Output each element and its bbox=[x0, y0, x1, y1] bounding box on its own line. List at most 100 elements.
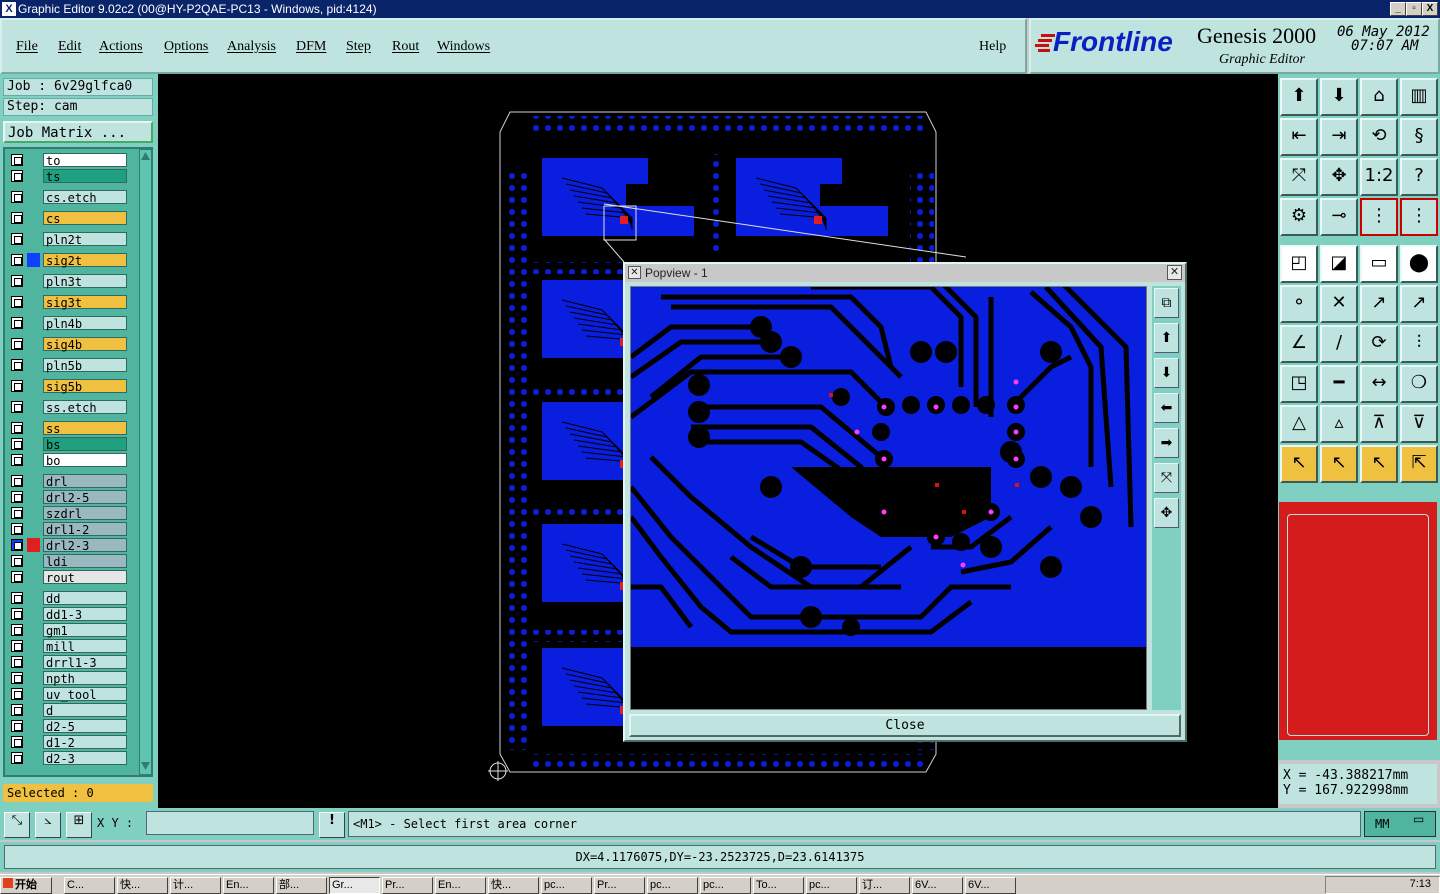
layer-scrollbar[interactable] bbox=[139, 149, 152, 775]
popview-close-button[interactable]: Close bbox=[629, 714, 1181, 737]
line-tool-icon[interactable]: ━ bbox=[1320, 365, 1358, 403]
minimize-button[interactable]: _ bbox=[1390, 2, 1406, 16]
scale-icon[interactable]: 1:2 bbox=[1360, 158, 1398, 196]
taskbar-button[interactable]: Pr... bbox=[382, 877, 433, 894]
layer-row-sig4b[interactable]: sig4b bbox=[9, 337, 129, 352]
resize-icon[interactable]: ◳ bbox=[1280, 365, 1318, 403]
layer-name[interactable]: mill bbox=[43, 639, 127, 654]
popview-zoom-out-icon[interactable]: ⤧ bbox=[1154, 463, 1179, 493]
layer-name[interactable]: dd1-3 bbox=[43, 607, 127, 622]
layer-checkbox[interactable] bbox=[11, 688, 23, 700]
layer-checkbox[interactable] bbox=[11, 338, 23, 350]
line-icon[interactable]: / bbox=[1320, 325, 1358, 363]
settings-icon[interactable]: ⚙ bbox=[1280, 198, 1318, 236]
layer-row-drl[interactable]: drl bbox=[9, 474, 129, 489]
layer-name[interactable]: d1-2 bbox=[43, 735, 127, 750]
popview-zoom-icon[interactable]: ⧉ bbox=[1154, 288, 1179, 318]
layer-row-dd[interactable]: dd bbox=[9, 591, 129, 606]
layer-checkbox[interactable] bbox=[11, 624, 23, 636]
layer-name[interactable]: szdrl bbox=[43, 506, 127, 521]
taskbar-button[interactable]: To... bbox=[753, 877, 804, 894]
layer-name[interactable]: ldi bbox=[43, 554, 127, 569]
pad-icon[interactable]: ⬤ bbox=[1400, 245, 1438, 283]
popview-pan-right-icon[interactable]: ➡ bbox=[1154, 428, 1179, 458]
maximize-button[interactable]: ▫ bbox=[1406, 2, 1422, 16]
mirror-icon[interactable]: ⫶ bbox=[1400, 325, 1438, 363]
layer-row-drrl1-3[interactable]: drrl1-3 bbox=[9, 655, 129, 670]
popview-pan-down-icon[interactable]: ⬇ bbox=[1154, 358, 1179, 388]
taskbar-button[interactable]: En... bbox=[435, 877, 486, 894]
arc-icon[interactable]: ▵ bbox=[1320, 405, 1358, 443]
layer-name[interactable]: pln2t bbox=[43, 232, 127, 247]
upload-icon[interactable]: ⬆ bbox=[1280, 78, 1318, 116]
layer-row-cs.etch[interactable]: cs.etch bbox=[9, 190, 129, 205]
feature-icon[interactable]: ◰ bbox=[1280, 245, 1318, 283]
step-right-icon[interactable]: ⇥ bbox=[1320, 118, 1358, 156]
layer-name[interactable]: sig4b bbox=[43, 337, 127, 352]
menu-help[interactable]: Help bbox=[979, 39, 1006, 55]
panel-icon[interactable]: ▥ bbox=[1400, 78, 1438, 116]
layer-row-to[interactable]: to bbox=[9, 153, 129, 168]
layer-checkbox[interactable] bbox=[11, 233, 23, 245]
layer-checkbox[interactable] bbox=[11, 736, 23, 748]
layer-name[interactable]: drrl1-3 bbox=[43, 655, 127, 670]
layer-name[interactable]: pln3t bbox=[43, 274, 127, 289]
polygon-icon[interactable]: ⊽ bbox=[1400, 405, 1438, 443]
layer-row-drl1-2[interactable]: drl1-2 bbox=[9, 522, 129, 537]
layer-row-npth[interactable]: npth bbox=[9, 671, 129, 686]
taskbar-button[interactable]: 快... bbox=[117, 877, 168, 894]
layer-row-pln4b[interactable]: pln4b bbox=[9, 316, 129, 331]
close-window-button[interactable]: X bbox=[1422, 2, 1438, 16]
layer-name[interactable]: cs bbox=[43, 211, 127, 226]
layer-name[interactable]: d2-3 bbox=[43, 751, 127, 766]
popview-fit-icon[interactable]: ✥ bbox=[1154, 498, 1179, 528]
layer-row-sig5b[interactable]: sig5b bbox=[9, 379, 129, 394]
layer-row-gm1[interactable]: gm1 bbox=[9, 623, 129, 638]
layer-row-drl2-5[interactable]: drl2-5 bbox=[9, 490, 129, 505]
layer-row-d1-2[interactable]: d1-2 bbox=[9, 735, 129, 750]
layer-checkbox[interactable] bbox=[11, 491, 23, 503]
layer-row-cs[interactable]: cs bbox=[9, 211, 129, 226]
pointer-icon[interactable]: ↖ bbox=[1280, 445, 1318, 483]
layer-name[interactable]: d2-5 bbox=[43, 719, 127, 734]
layer-row-mill[interactable]: mill bbox=[9, 639, 129, 654]
arc-tool-icon[interactable]: ⊼ bbox=[1360, 405, 1398, 443]
layer-checkbox[interactable] bbox=[11, 191, 23, 203]
popview-pan-up-icon[interactable]: ⬆ bbox=[1154, 323, 1179, 353]
pick-icon[interactable]: ↖ bbox=[1360, 445, 1398, 483]
layer-name[interactable]: drl bbox=[43, 474, 127, 489]
grid-mode-icon[interactable]: ⊞ bbox=[66, 812, 92, 838]
layer-row-szdrl[interactable]: szdrl bbox=[9, 506, 129, 521]
layer-checkbox[interactable] bbox=[11, 720, 23, 732]
route-icon[interactable]: ⇱ bbox=[1400, 445, 1438, 483]
layer-row-pln5b[interactable]: pln5b bbox=[9, 358, 129, 373]
circle-icon[interactable]: ❍ bbox=[1400, 365, 1438, 403]
layer-row-drl2-3[interactable]: drl2-3 bbox=[9, 538, 129, 553]
layer-row-rout[interactable]: rout bbox=[9, 570, 129, 585]
menu-options[interactable]: Options bbox=[164, 39, 208, 55]
overview-preview[interactable] bbox=[1279, 502, 1437, 740]
layer-row-ss[interactable]: ss bbox=[9, 421, 129, 436]
popview-close-icon[interactable]: ✕ bbox=[1167, 265, 1182, 280]
layer-name[interactable]: ss.etch bbox=[43, 400, 127, 415]
layer-row-ts[interactable]: ts bbox=[9, 169, 129, 184]
measure-mode-icon[interactable]: ⦣ bbox=[35, 812, 61, 838]
layer-name[interactable]: d bbox=[43, 703, 127, 718]
help-icon[interactable]: ? bbox=[1400, 158, 1438, 196]
layer-name[interactable]: gm1 bbox=[43, 623, 127, 638]
layer-row-sig2t[interactable]: sig2t bbox=[9, 253, 129, 268]
units-dropdown-icon[interactable]: ▭ bbox=[1413, 812, 1424, 826]
nets-alt-icon[interactable]: ⋮ bbox=[1400, 198, 1438, 236]
popview-canvas[interactable] bbox=[629, 279, 1147, 710]
layer-row-bo[interactable]: bo bbox=[9, 453, 129, 468]
zoom-fit-icon[interactable]: ⤧ bbox=[1280, 158, 1318, 196]
layer-name[interactable]: npth bbox=[43, 671, 127, 686]
layer-row-pln3t[interactable]: pln3t bbox=[9, 274, 129, 289]
menu-file[interactable]: File bbox=[16, 39, 38, 55]
layer-checkbox[interactable] bbox=[11, 704, 23, 716]
layer-checkbox[interactable] bbox=[11, 170, 23, 182]
layer-checkbox[interactable] bbox=[11, 656, 23, 668]
layer-name[interactable]: drl2-5 bbox=[43, 490, 127, 505]
layer-checkbox[interactable] bbox=[11, 523, 23, 535]
layer-row-d[interactable]: d bbox=[9, 703, 129, 718]
